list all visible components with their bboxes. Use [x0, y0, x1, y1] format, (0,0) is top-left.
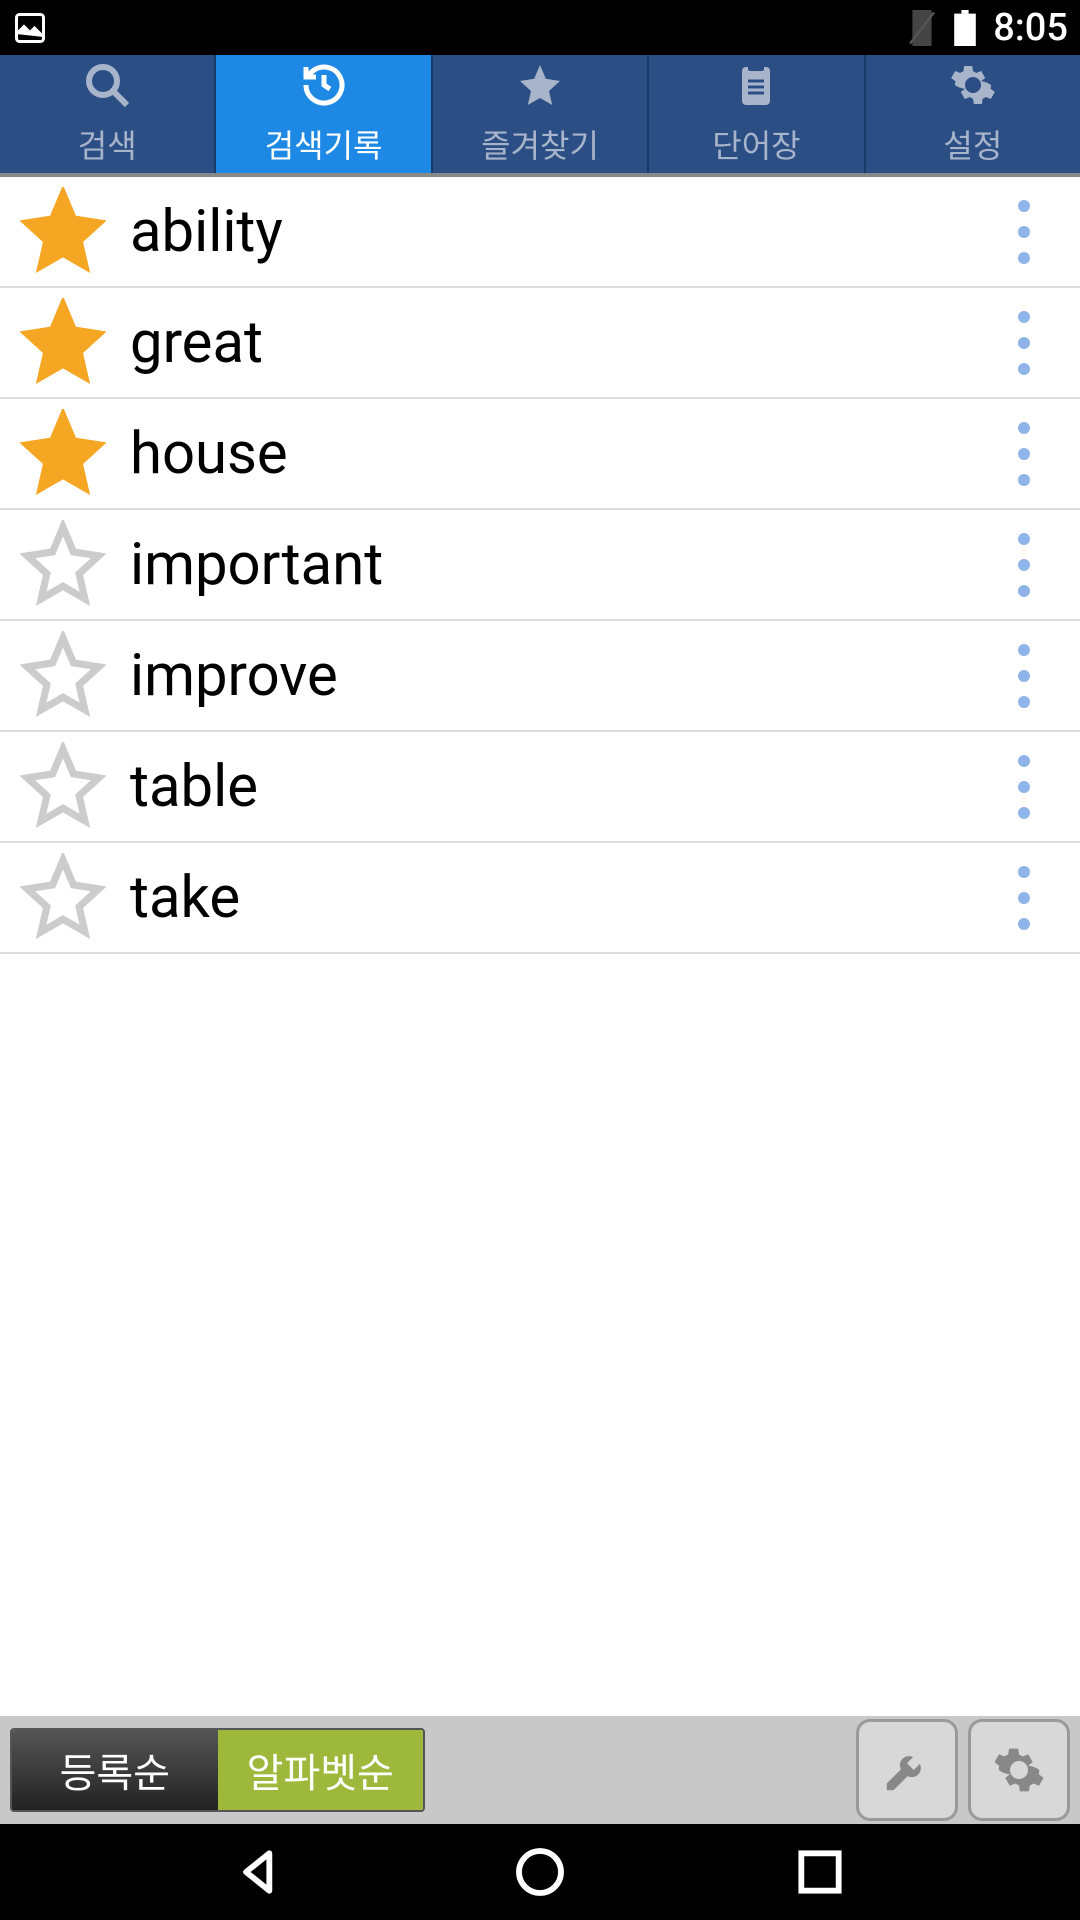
- sort-toggle: 등록순 알파벳순: [10, 1728, 425, 1812]
- word-item[interactable]: house: [0, 399, 1080, 510]
- item-menu-button[interactable]: [1018, 422, 1060, 486]
- dot-icon: [1018, 422, 1030, 434]
- dot-icon: [1018, 200, 1030, 212]
- status-bar: 8:05: [0, 0, 1080, 55]
- home-icon[interactable]: [512, 1844, 568, 1900]
- word-text: table: [130, 753, 1018, 821]
- word-text: ability: [130, 198, 1018, 266]
- favorite-star-icon[interactable]: [20, 409, 130, 499]
- tab-label: 즐겨찾기: [481, 121, 599, 167]
- word-text: house: [130, 420, 1018, 488]
- recent-apps-icon[interactable]: [792, 1844, 848, 1900]
- word-text: great: [130, 309, 1018, 377]
- dot-icon: [1018, 585, 1030, 597]
- clock-text: 8:05: [993, 6, 1068, 50]
- dot-icon: [1018, 252, 1030, 264]
- tab-label: 검색기록: [265, 121, 383, 167]
- gear-icon: [949, 61, 997, 113]
- tab-history[interactable]: 검색기록: [216, 55, 432, 173]
- dot-icon: [1018, 474, 1030, 486]
- tab-bar: 검색 검색기록 즐겨찾기 단어장 설정: [0, 55, 1080, 177]
- dot-icon: [1018, 226, 1030, 238]
- item-menu-button[interactable]: [1018, 533, 1060, 597]
- dot-icon: [1018, 670, 1030, 682]
- favorite-star-icon[interactable]: [20, 520, 130, 610]
- word-item[interactable]: improve: [0, 621, 1080, 732]
- word-item[interactable]: great: [0, 288, 1080, 399]
- dot-icon: [1018, 311, 1030, 323]
- tab-clipboard[interactable]: 단어장: [649, 55, 865, 173]
- history-icon: [300, 61, 348, 113]
- bottom-toolbar: 등록순 알파벳순: [0, 1716, 1080, 1824]
- dot-icon: [1018, 337, 1030, 349]
- tab-label: 설정: [943, 121, 1002, 167]
- dot-icon: [1018, 696, 1030, 708]
- star-icon: [516, 61, 564, 113]
- gear-icon: [992, 1743, 1046, 1797]
- favorite-star-icon[interactable]: [20, 187, 130, 277]
- tab-gear[interactable]: 설정: [866, 55, 1080, 173]
- dot-icon: [1018, 781, 1030, 793]
- word-list: ability great house important improve: [0, 177, 1080, 954]
- dot-icon: [1018, 448, 1030, 460]
- sort-by-alphabet-button[interactable]: 알파벳순: [218, 1730, 424, 1810]
- word-text: important: [130, 531, 1018, 599]
- sim-icon: [907, 10, 937, 46]
- tools-button[interactable]: [856, 1719, 958, 1821]
- dot-icon: [1018, 892, 1030, 904]
- content-area: ability great house important improve: [0, 177, 1080, 1747]
- item-menu-button[interactable]: [1018, 866, 1060, 930]
- item-menu-button[interactable]: [1018, 755, 1060, 819]
- dot-icon: [1018, 755, 1030, 767]
- favorite-star-icon[interactable]: [20, 631, 130, 721]
- dot-icon: [1018, 363, 1030, 375]
- favorite-star-icon[interactable]: [20, 298, 130, 388]
- favorite-star-icon[interactable]: [20, 853, 130, 943]
- word-item[interactable]: ability: [0, 177, 1080, 288]
- dot-icon: [1018, 866, 1030, 878]
- item-menu-button[interactable]: [1018, 311, 1060, 375]
- word-item[interactable]: important: [0, 510, 1080, 621]
- android-nav-bar: [0, 1824, 1080, 1920]
- tab-label: 단어장: [712, 121, 800, 167]
- settings-button[interactable]: [968, 1719, 1070, 1821]
- tab-star[interactable]: 즐겨찾기: [433, 55, 649, 173]
- item-menu-button[interactable]: [1018, 644, 1060, 708]
- wrench-icon: [880, 1743, 934, 1797]
- favorite-star-icon[interactable]: [20, 742, 130, 832]
- dot-icon: [1018, 807, 1030, 819]
- dot-icon: [1018, 533, 1030, 545]
- dot-icon: [1018, 644, 1030, 656]
- tab-search[interactable]: 검색: [0, 55, 216, 173]
- word-item[interactable]: table: [0, 732, 1080, 843]
- word-text: improve: [130, 642, 1018, 710]
- back-icon[interactable]: [232, 1844, 288, 1900]
- battery-icon: [953, 10, 977, 46]
- sort-by-registration-button[interactable]: 등록순: [12, 1730, 218, 1810]
- search-icon: [83, 61, 131, 113]
- tab-label: 검색: [78, 121, 137, 167]
- dot-icon: [1018, 559, 1030, 571]
- image-icon: [12, 10, 48, 46]
- word-text: take: [130, 864, 1018, 932]
- dot-icon: [1018, 918, 1030, 930]
- item-menu-button[interactable]: [1018, 200, 1060, 264]
- clipboard-icon: [732, 61, 780, 113]
- word-item[interactable]: take: [0, 843, 1080, 954]
